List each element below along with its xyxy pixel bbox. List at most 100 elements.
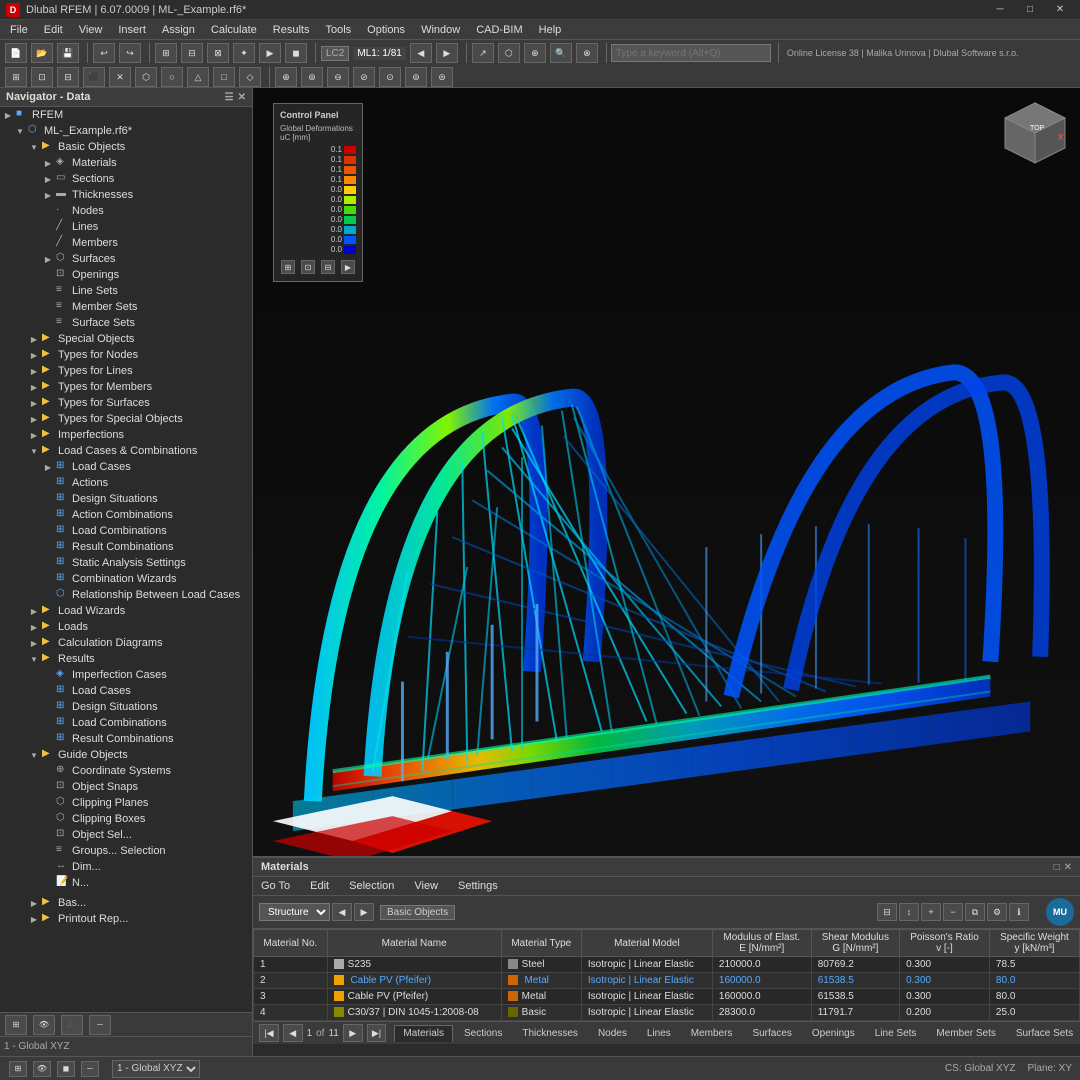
menu-options[interactable]: Options	[359, 22, 413, 38]
expand-types-nodes[interactable]: ▶	[28, 349, 40, 361]
menu-window[interactable]: Window	[413, 22, 468, 38]
tree-item-calc-diagrams[interactable]: ▶ ▶ Calculation Diagrams	[0, 635, 252, 651]
structure-dropdown[interactable]: Structure	[259, 903, 330, 921]
tab-nodes[interactable]: Nodes	[589, 1025, 636, 1042]
tree-item-loads[interactable]: ▶ ▶ Loads	[0, 619, 252, 635]
expand-printout[interactable]: ▶	[28, 913, 40, 925]
tb3[interactable]: ⊠	[207, 43, 229, 63]
menu-results[interactable]: Results	[265, 22, 318, 38]
expand-r-imperfection[interactable]	[42, 669, 54, 681]
expand-materials[interactable]: ▶	[42, 157, 54, 169]
expand-object-sel[interactable]	[42, 829, 54, 841]
prev-btn[interactable]: ◀	[410, 43, 432, 63]
view-btn3[interactable]: ⊟	[57, 67, 79, 87]
tab-sections[interactable]: Sections	[455, 1025, 511, 1042]
expand-types-members[interactable]: ▶	[28, 381, 40, 393]
tree-item-printout[interactable]: ▶ ▶ Printout Rep...	[0, 911, 252, 927]
bp-menu-goto[interactable]: Go To	[259, 879, 292, 893]
cell-g-link-2[interactable]: 61538.5	[818, 975, 854, 986]
tree-item-members[interactable]: ╱ Members	[0, 235, 252, 251]
expand-openings[interactable]	[42, 269, 54, 281]
tab-openings[interactable]: Openings	[803, 1025, 864, 1042]
expand-members[interactable]	[42, 237, 54, 249]
expand-membersets[interactable]	[42, 301, 54, 313]
tree-item-linesets[interactable]: ≡ Line Sets	[0, 283, 252, 299]
view-btn10[interactable]: ◇	[239, 67, 261, 87]
tree-item-load-comb-folder[interactable]: ▼ ▶ Load Cases & Combinations	[0, 443, 252, 459]
bp-sort-btn[interactable]: ↕	[899, 903, 919, 921]
tree-item-surfacesets[interactable]: ≡ Surface Sets	[0, 315, 252, 331]
tree-item-results-folder[interactable]: ▼ ▶ Results	[0, 651, 252, 667]
expand-guide-objects[interactable]: ▼	[28, 749, 40, 761]
expand-nodes[interactable]	[42, 205, 54, 217]
tb9[interactable]: ⊕	[524, 43, 546, 63]
view-btn7[interactable]: ○	[161, 67, 183, 87]
bp-add-btn[interactable]: +	[921, 903, 941, 921]
tree-item-types-surfaces[interactable]: ▶ ▶ Types for Surfaces	[0, 395, 252, 411]
page-prev-btn[interactable]: ◀	[283, 1024, 303, 1042]
expand-action-comb[interactable]	[42, 509, 54, 521]
close-button[interactable]: ✕	[1046, 1, 1074, 19]
expand-thicknesses[interactable]: ▶	[42, 189, 54, 201]
material-type-link-2[interactable]: Metal	[524, 975, 548, 986]
snap-btn6[interactable]: ⊚	[405, 67, 427, 87]
tree-item-actions[interactable]: ⊞ Actions	[0, 475, 252, 491]
tree-item-materials[interactable]: ▶ ◈ Materials	[0, 155, 252, 171]
bp-tb-next[interactable]: ▶	[354, 903, 374, 921]
nav-expand-btn[interactable]: ☰	[225, 92, 234, 103]
redo-button[interactable]: ↪	[119, 43, 141, 63]
search-input[interactable]	[611, 44, 771, 62]
view-btn6[interactable]: ⬡	[135, 67, 157, 87]
expand-r-load-cases[interactable]	[42, 685, 54, 697]
menu-cadbim[interactable]: CAD-BIM	[468, 22, 530, 38]
expand-results[interactable]: ▼	[28, 653, 40, 665]
tab-surface-sets[interactable]: Surface Sets	[1007, 1025, 1074, 1042]
tree-item-load-cases[interactable]: ▶ ⊞ Load Cases	[0, 459, 252, 475]
tree-item-rfem[interactable]: ▶ ■ RFEM	[0, 107, 252, 123]
tb4[interactable]: ✦	[233, 43, 255, 63]
view-btn9[interactable]: □	[213, 67, 235, 87]
tb1[interactable]: ⊞	[155, 43, 177, 63]
material-model-link-2[interactable]: Isotropic | Linear Elastic	[588, 975, 694, 986]
expand-actions[interactable]	[42, 477, 54, 489]
cp-btn4[interactable]: ▶	[341, 260, 355, 274]
menu-insert[interactable]: Insert	[110, 22, 154, 38]
bp-info-btn[interactable]: ℹ	[1009, 903, 1029, 921]
tree-item-relationship[interactable]: ⬡ Relationship Between Load Cases	[0, 587, 252, 603]
cp-btn2[interactable]: ⊡	[301, 260, 315, 274]
cell-y-link-2[interactable]: 80.0	[996, 975, 1015, 986]
nav-tb4[interactable]: ─	[89, 1015, 111, 1035]
bp-menu-view[interactable]: View	[412, 879, 440, 893]
tree-item-object-snaps[interactable]: ⊡ Object Snaps	[0, 779, 252, 795]
bp-menu-settings[interactable]: Settings	[456, 879, 500, 893]
status-icon2[interactable]: 👁	[33, 1061, 51, 1077]
page-first-btn[interactable]: |◀	[259, 1024, 279, 1042]
expand-r-design-sit[interactable]	[42, 701, 54, 713]
view-btn1[interactable]: ⊞	[5, 67, 27, 87]
view-btn8[interactable]: △	[187, 67, 209, 87]
bp-menu-edit[interactable]: Edit	[308, 879, 331, 893]
expand-dimensions[interactable]	[42, 861, 54, 873]
tree-item-action-combinations[interactable]: ⊞ Action Combinations	[0, 507, 252, 523]
expand-model[interactable]: ▼	[14, 125, 26, 137]
tree-item-model[interactable]: ▼ ⬡ ML-_Example.rf6*	[0, 123, 252, 139]
lc-dropdown[interactable]: LC2	[321, 46, 349, 61]
page-next-btn[interactable]: ▶	[343, 1024, 363, 1042]
tb2[interactable]: ⊟	[181, 43, 203, 63]
nav-tb3[interactable]: 🎥	[61, 1015, 83, 1035]
expand-load-cases[interactable]: ▶	[42, 461, 54, 473]
status-icon3[interactable]: ◼	[57, 1061, 75, 1077]
tree-item-clipping-planes[interactable]: ⬡ Clipping Planes	[0, 795, 252, 811]
expand-loads[interactable]: ▶	[28, 621, 40, 633]
menu-edit[interactable]: Edit	[36, 22, 71, 38]
tab-thicknesses[interactable]: Thicknesses	[513, 1025, 587, 1042]
expand-sections[interactable]: ▶	[42, 173, 54, 185]
expand-load-comb[interactable]	[42, 525, 54, 537]
tree-item-types-nodes[interactable]: ▶ ▶ Types for Nodes	[0, 347, 252, 363]
tree-item-imperfections[interactable]: ▶ ▶ Imperfections	[0, 427, 252, 443]
expand-rfem[interactable]: ▶	[2, 109, 14, 121]
new-button[interactable]: 📄	[5, 43, 27, 63]
snap-btn3[interactable]: ⊖	[327, 67, 349, 87]
tree-item-nodes[interactable]: · Nodes	[0, 203, 252, 219]
tab-lines[interactable]: Lines	[638, 1025, 680, 1042]
